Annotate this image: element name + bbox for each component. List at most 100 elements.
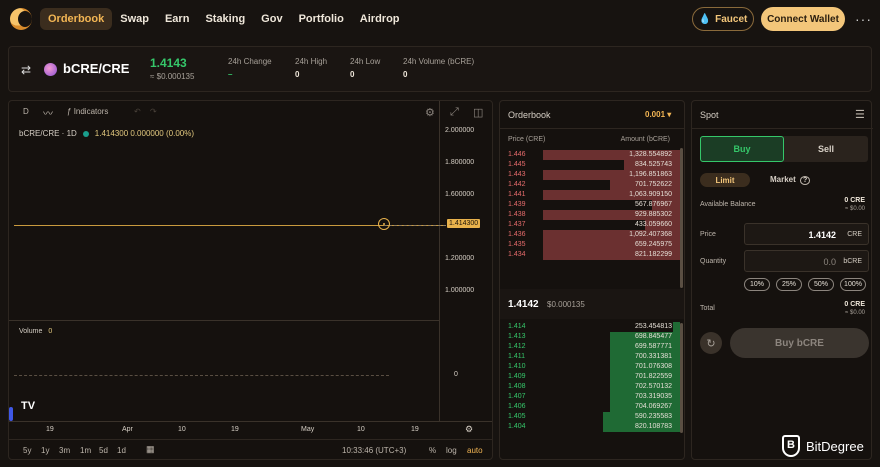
bid-row[interactable]: 1.409 701.822559 <box>500 372 680 382</box>
ask-row[interactable]: 1.442 701.752622 <box>500 180 680 190</box>
bid-row[interactable]: 1.407 703.319035 <box>500 392 680 402</box>
pct-25-button[interactable]: 25% <box>776 278 802 291</box>
ask-row[interactable]: 1.439 567.876967 <box>500 200 680 210</box>
range-1y[interactable]: 1y <box>41 446 49 455</box>
bid-row[interactable]: 1.413 698.845477 <box>500 332 680 342</box>
app-logo-icon[interactable] <box>10 8 32 30</box>
bid-depth-bar <box>673 322 680 332</box>
nav-swap[interactable]: Swap <box>112 8 157 30</box>
nav-staking[interactable]: Staking <box>197 8 253 30</box>
nav-portfolio[interactable]: Portfolio <box>291 8 352 30</box>
axis-settings-icon[interactable]: ⚙ <box>465 424 473 435</box>
volume-series <box>14 375 389 376</box>
bid-row[interactable]: 1.404 820.108783 <box>500 422 680 432</box>
quantity-input[interactable]: 0.0 bCRE <box>744 250 869 272</box>
tab-sell[interactable]: Sell <box>784 136 868 162</box>
ask-row[interactable]: 1.438 929.885302 <box>500 210 680 220</box>
interval-button[interactable]: D <box>23 107 29 116</box>
bid-price: 1.409 <box>508 373 526 380</box>
ask-row[interactable]: 1.435 659.245975 <box>500 240 680 250</box>
chart-type-icon[interactable]: 〰 <box>43 105 53 120</box>
tab-buy[interactable]: Buy <box>700 136 784 162</box>
ask-amount: 701.752622 <box>635 181 672 188</box>
asks-scrollbar[interactable] <box>680 148 683 288</box>
divider <box>500 128 684 129</box>
pct-50-button[interactable]: 50% <box>808 278 834 291</box>
ask-row[interactable]: 1.446 1,328.554892 <box>500 150 680 160</box>
swap-arrows-icon[interactable]: ⇄ <box>21 63 31 77</box>
pct-10-button[interactable]: 10% <box>744 278 770 291</box>
pct-100-button[interactable]: 100% <box>840 278 866 291</box>
percent-scale-toggle[interactable]: % <box>429 446 436 455</box>
crosshair-line <box>384 225 446 226</box>
ask-row[interactable]: 1.436 1,092.407368 <box>500 230 680 240</box>
range-5d[interactable]: 5d <box>99 446 108 455</box>
info-icon: ? <box>800 176 811 185</box>
bid-row[interactable]: 1.411 700.331381 <box>500 352 680 362</box>
quantity-label: Quantity <box>700 258 727 265</box>
ask-row[interactable]: 1.437 433.059660 <box>500 220 680 230</box>
bids-scrollbar[interactable] <box>680 323 683 433</box>
indicators-button[interactable]: ƒ Indicators <box>67 107 108 116</box>
ask-row[interactable]: 1.441 1,063.909150 <box>500 190 680 200</box>
date-range-icon[interactable]: ▦ <box>146 444 155 455</box>
refresh-icon[interactable]: ↻ <box>700 332 722 354</box>
price-input[interactable]: 1.4142 CRE <box>744 223 869 245</box>
mid-price: 1.4142 <box>508 299 539 310</box>
nav-items: Orderbook Swap Earn Staking Gov Portfoli… <box>40 8 408 30</box>
connect-wallet-button[interactable]: Connect Wallet <box>761 7 845 31</box>
ask-price: 1.441 <box>508 191 526 198</box>
range-1m[interactable]: 1m <box>80 446 91 455</box>
ask-row[interactable]: 1.445 834.525743 <box>500 160 680 170</box>
x-tick: 10 <box>178 426 186 433</box>
tradingview-logo-icon[interactable]: TV <box>21 400 35 412</box>
order-type-limit[interactable]: Limit <box>700 173 750 187</box>
bid-row[interactable]: 1.414 253.454813 <box>500 322 680 332</box>
more-menu-icon[interactable]: ··· <box>855 11 872 27</box>
ask-row[interactable]: 1.434 821.182299 <box>500 250 680 260</box>
bid-row[interactable]: 1.410 701.076308 <box>500 362 680 372</box>
chart-clock[interactable]: 10:33:46 (UTC+3) <box>342 446 406 455</box>
bid-row[interactable]: 1.408 702.570132 <box>500 382 680 392</box>
bid-row[interactable]: 1.412 699.587771 <box>500 342 680 352</box>
nav-earn[interactable]: Earn <box>157 8 197 30</box>
bid-price: 1.411 <box>508 353 525 360</box>
y-tick: 1.000000 <box>445 287 475 294</box>
undo-icon[interactable]: ↶ <box>134 107 141 116</box>
orderbook-title: Orderbook <box>508 110 551 120</box>
camera-icon[interactable]: ◫ <box>473 106 483 119</box>
bid-price: 1.412 <box>508 343 526 350</box>
ask-price: 1.439 <box>508 201 526 208</box>
range-1d[interactable]: 1d <box>117 446 126 455</box>
ask-amount: 567.876967 <box>635 201 672 208</box>
log-scale-toggle[interactable]: log <box>446 446 457 455</box>
price-label: Price <box>700 231 716 238</box>
bid-row[interactable]: 1.405 590.235583 <box>500 412 680 422</box>
bid-price: 1.405 <box>508 413 526 420</box>
ask-row[interactable]: 1.443 1,196.851863 <box>500 170 680 180</box>
bid-row[interactable]: 1.406 704.069267 <box>500 402 680 412</box>
bid-amount: 702.570132 <box>635 383 672 390</box>
order-type-market[interactable]: Market ? <box>770 175 811 185</box>
settings-gear-icon[interactable]: ⚙ <box>425 106 435 119</box>
fullscreen-icon[interactable]: ⤢ <box>450 106 459 119</box>
redo-icon[interactable]: ↷ <box>150 107 157 116</box>
nav-orderbook[interactable]: Orderbook <box>40 8 113 30</box>
range-3m[interactable]: 3m <box>59 446 70 455</box>
pair-name[interactable]: bCRE/CRE <box>63 61 129 76</box>
buy-bcre-button[interactable]: Buy bCRE <box>730 328 869 358</box>
faucet-button[interactable]: 💧 Faucet <box>692 7 754 31</box>
bid-amount: 699.587771 <box>635 343 672 350</box>
bid-amount: 701.076308 <box>635 363 672 370</box>
faucet-label: Faucet <box>715 13 748 25</box>
tick-size-select[interactable]: 0.001 ▾ <box>645 110 671 119</box>
stat-24h-volume: 24h Volume (bCRE) 0 <box>403 57 475 79</box>
auto-scale-toggle[interactable]: auto <box>467 446 483 455</box>
x-tick: 10 <box>357 426 365 433</box>
nav-airdrop[interactable]: Airdrop <box>352 8 408 30</box>
range-5y[interactable]: 5y <box>23 446 31 455</box>
nav-gov[interactable]: Gov <box>253 8 290 30</box>
sliders-icon[interactable]: ☰ <box>855 108 865 121</box>
scroll-handle[interactable] <box>9 407 13 421</box>
price-chart[interactable]: D 〰 ƒ Indicators ↶ ↷ ⚙ ⤢ ◫ bCRE/CRE · 1D… <box>8 100 493 460</box>
